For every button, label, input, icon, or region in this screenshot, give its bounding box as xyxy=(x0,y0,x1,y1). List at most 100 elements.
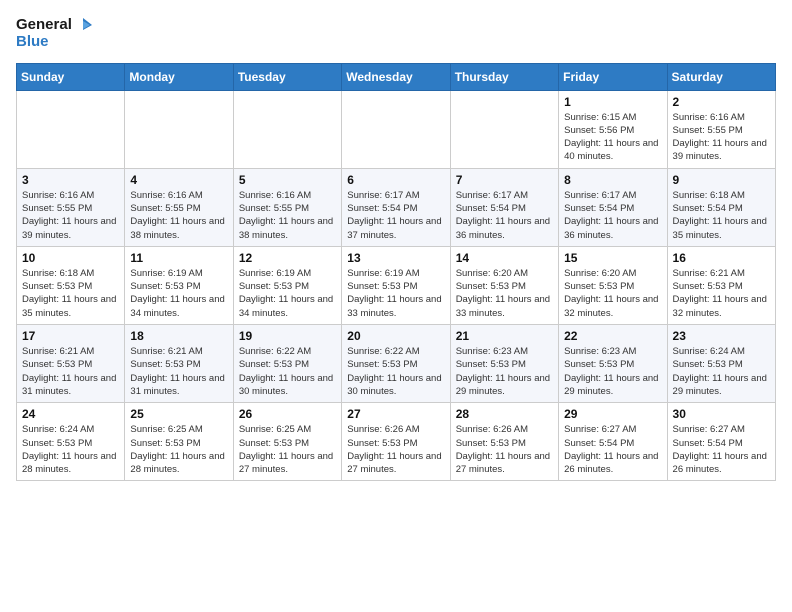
day-number: 21 xyxy=(456,329,553,343)
day-number: 25 xyxy=(130,407,227,421)
day-number: 16 xyxy=(673,251,770,265)
day-number: 7 xyxy=(456,173,553,187)
logo: General Blue xyxy=(16,16,92,51)
day-number: 28 xyxy=(456,407,553,421)
calendar-cell: 2Sunrise: 6:16 AM Sunset: 5:55 PM Daylig… xyxy=(667,90,775,168)
day-info: Sunrise: 6:21 AM Sunset: 5:53 PM Dayligh… xyxy=(130,345,227,398)
day-info: Sunrise: 6:18 AM Sunset: 5:53 PM Dayligh… xyxy=(22,267,119,320)
day-info: Sunrise: 6:17 AM Sunset: 5:54 PM Dayligh… xyxy=(456,189,553,242)
weekday-header: Tuesday xyxy=(233,63,341,90)
day-info: Sunrise: 6:26 AM Sunset: 5:53 PM Dayligh… xyxy=(456,423,553,476)
day-number: 14 xyxy=(456,251,553,265)
calendar-header-row: SundayMondayTuesdayWednesdayThursdayFrid… xyxy=(17,63,776,90)
calendar-cell: 19 Sunrise: 6:22 AM Sunset: 5:53 PM Dayli… xyxy=(233,325,341,403)
calendar-cell: 15 Sunrise: 6:20 AM Sunset: 5:53 PM Dayli… xyxy=(559,246,667,324)
calendar-cell xyxy=(450,90,558,168)
calendar-cell xyxy=(342,90,450,168)
calendar-cell: 18 Sunrise: 6:21 AM Sunset: 5:53 PM Dayli… xyxy=(125,325,233,403)
day-number: 18 xyxy=(130,329,227,343)
calendar-cell xyxy=(125,90,233,168)
calendar-cell: 25Sunrise: 6:25 AM Sunset: 5:53 PM Dayli… xyxy=(125,403,233,481)
calendar-cell: 3Sunrise: 6:16 AM Sunset: 5:55 PM Daylig… xyxy=(17,168,125,246)
day-number: 26 xyxy=(239,407,336,421)
day-number: 19 xyxy=(239,329,336,343)
calendar-cell: 29 Sunrise: 6:27 AM Sunset: 5:54 PM Dayli… xyxy=(559,403,667,481)
day-info: Sunrise: 6:15 AM Sunset: 5:56 PM Dayligh… xyxy=(564,111,661,164)
calendar-week-row: 24 Sunrise: 6:24 AM Sunset: 5:53 PM Dayli… xyxy=(17,403,776,481)
calendar-cell: 4 Sunrise: 6:16 AM Sunset: 5:55 PM Daylig… xyxy=(125,168,233,246)
day-number: 9 xyxy=(673,173,770,187)
weekday-header: Thursday xyxy=(450,63,558,90)
day-info: Sunrise: 6:26 AM Sunset: 5:53 PM Dayligh… xyxy=(347,423,444,476)
day-info: Sunrise: 6:20 AM Sunset: 5:53 PM Dayligh… xyxy=(564,267,661,320)
page-header: General Blue xyxy=(16,16,776,51)
day-info: Sunrise: 6:22 AM Sunset: 5:53 PM Dayligh… xyxy=(347,345,444,398)
day-info: Sunrise: 6:24 AM Sunset: 5:53 PM Dayligh… xyxy=(22,423,119,476)
day-info: Sunrise: 6:19 AM Sunset: 5:53 PM Dayligh… xyxy=(347,267,444,320)
day-info: Sunrise: 6:21 AM Sunset: 5:53 PM Dayligh… xyxy=(22,345,119,398)
calendar-week-row: 10 Sunrise: 6:18 AM Sunset: 5:53 PM Dayli… xyxy=(17,246,776,324)
day-number: 29 xyxy=(564,407,661,421)
calendar-cell xyxy=(233,90,341,168)
day-number: 6 xyxy=(347,173,444,187)
weekday-header: Friday xyxy=(559,63,667,90)
calendar-cell: 9 Sunrise: 6:18 AM Sunset: 5:54 PM Daylig… xyxy=(667,168,775,246)
day-info: Sunrise: 6:27 AM Sunset: 5:54 PM Dayligh… xyxy=(673,423,770,476)
day-number: 1 xyxy=(564,95,661,109)
day-number: 13 xyxy=(347,251,444,265)
logo-general: General xyxy=(16,17,72,34)
day-number: 2 xyxy=(673,95,770,109)
day-number: 10 xyxy=(22,251,119,265)
day-info: Sunrise: 6:23 AM Sunset: 5:53 PM Dayligh… xyxy=(564,345,661,398)
day-number: 12 xyxy=(239,251,336,265)
day-number: 17 xyxy=(22,329,119,343)
calendar-cell: 22 Sunrise: 6:23 AM Sunset: 5:53 PM Dayli… xyxy=(559,325,667,403)
day-number: 22 xyxy=(564,329,661,343)
weekday-header: Monday xyxy=(125,63,233,90)
calendar-week-row: 3Sunrise: 6:16 AM Sunset: 5:55 PM Daylig… xyxy=(17,168,776,246)
day-info: Sunrise: 6:19 AM Sunset: 5:53 PM Dayligh… xyxy=(239,267,336,320)
day-info: Sunrise: 6:27 AM Sunset: 5:54 PM Dayligh… xyxy=(564,423,661,476)
day-number: 24 xyxy=(22,407,119,421)
day-info: Sunrise: 6:16 AM Sunset: 5:55 PM Dayligh… xyxy=(239,189,336,242)
day-info: Sunrise: 6:25 AM Sunset: 5:53 PM Dayligh… xyxy=(239,423,336,476)
weekday-header: Wednesday xyxy=(342,63,450,90)
day-info: Sunrise: 6:20 AM Sunset: 5:53 PM Dayligh… xyxy=(456,267,553,320)
day-info: Sunrise: 6:17 AM Sunset: 5:54 PM Dayligh… xyxy=(564,189,661,242)
calendar-cell: 20 Sunrise: 6:22 AM Sunset: 5:53 PM Dayli… xyxy=(342,325,450,403)
calendar-cell: 28 Sunrise: 6:26 AM Sunset: 5:53 PM Dayli… xyxy=(450,403,558,481)
weekday-header: Saturday xyxy=(667,63,775,90)
calendar-cell: 27 Sunrise: 6:26 AM Sunset: 5:53 PM Dayli… xyxy=(342,403,450,481)
calendar-cell: 21 Sunrise: 6:23 AM Sunset: 5:53 PM Dayli… xyxy=(450,325,558,403)
day-info: Sunrise: 6:17 AM Sunset: 5:54 PM Dayligh… xyxy=(347,189,444,242)
day-number: 27 xyxy=(347,407,444,421)
day-info: Sunrise: 6:16 AM Sunset: 5:55 PM Dayligh… xyxy=(130,189,227,242)
day-info: Sunrise: 6:19 AM Sunset: 5:53 PM Dayligh… xyxy=(130,267,227,320)
calendar-cell: 26 Sunrise: 6:25 AM Sunset: 5:53 PM Dayli… xyxy=(233,403,341,481)
calendar-week-row: 1 Sunrise: 6:15 AM Sunset: 5:56 PM Daylig… xyxy=(17,90,776,168)
calendar-cell: 6 Sunrise: 6:17 AM Sunset: 5:54 PM Daylig… xyxy=(342,168,450,246)
day-info: Sunrise: 6:23 AM Sunset: 5:53 PM Dayligh… xyxy=(456,345,553,398)
day-number: 20 xyxy=(347,329,444,343)
day-info: Sunrise: 6:18 AM Sunset: 5:54 PM Dayligh… xyxy=(673,189,770,242)
calendar-cell: 14 Sunrise: 6:20 AM Sunset: 5:53 PM Dayli… xyxy=(450,246,558,324)
day-number: 8 xyxy=(564,173,661,187)
calendar-cell: 23Sunrise: 6:24 AM Sunset: 5:53 PM Dayli… xyxy=(667,325,775,403)
day-info: Sunrise: 6:22 AM Sunset: 5:53 PM Dayligh… xyxy=(239,345,336,398)
day-number: 5 xyxy=(239,173,336,187)
calendar-cell: 30Sunrise: 6:27 AM Sunset: 5:54 PM Dayli… xyxy=(667,403,775,481)
calendar-cell: 11Sunrise: 6:19 AM Sunset: 5:53 PM Dayli… xyxy=(125,246,233,324)
calendar-cell: 1 Sunrise: 6:15 AM Sunset: 5:56 PM Daylig… xyxy=(559,90,667,168)
calendar-cell: 12 Sunrise: 6:19 AM Sunset: 5:53 PM Dayli… xyxy=(233,246,341,324)
day-info: Sunrise: 6:21 AM Sunset: 5:53 PM Dayligh… xyxy=(673,267,770,320)
calendar-cell: 24 Sunrise: 6:24 AM Sunset: 5:53 PM Dayli… xyxy=(17,403,125,481)
day-number: 23 xyxy=(673,329,770,343)
calendar-cell: 17 Sunrise: 6:21 AM Sunset: 5:53 PM Dayli… xyxy=(17,325,125,403)
logo-container: General Blue xyxy=(16,16,92,51)
day-info: Sunrise: 6:16 AM Sunset: 5:55 PM Dayligh… xyxy=(22,189,119,242)
day-number: 15 xyxy=(564,251,661,265)
calendar-week-row: 17 Sunrise: 6:21 AM Sunset: 5:53 PM Dayli… xyxy=(17,325,776,403)
calendar-cell: 5 Sunrise: 6:16 AM Sunset: 5:55 PM Daylig… xyxy=(233,168,341,246)
calendar-cell: 10 Sunrise: 6:18 AM Sunset: 5:53 PM Dayli… xyxy=(17,246,125,324)
day-number: 4 xyxy=(130,173,227,187)
